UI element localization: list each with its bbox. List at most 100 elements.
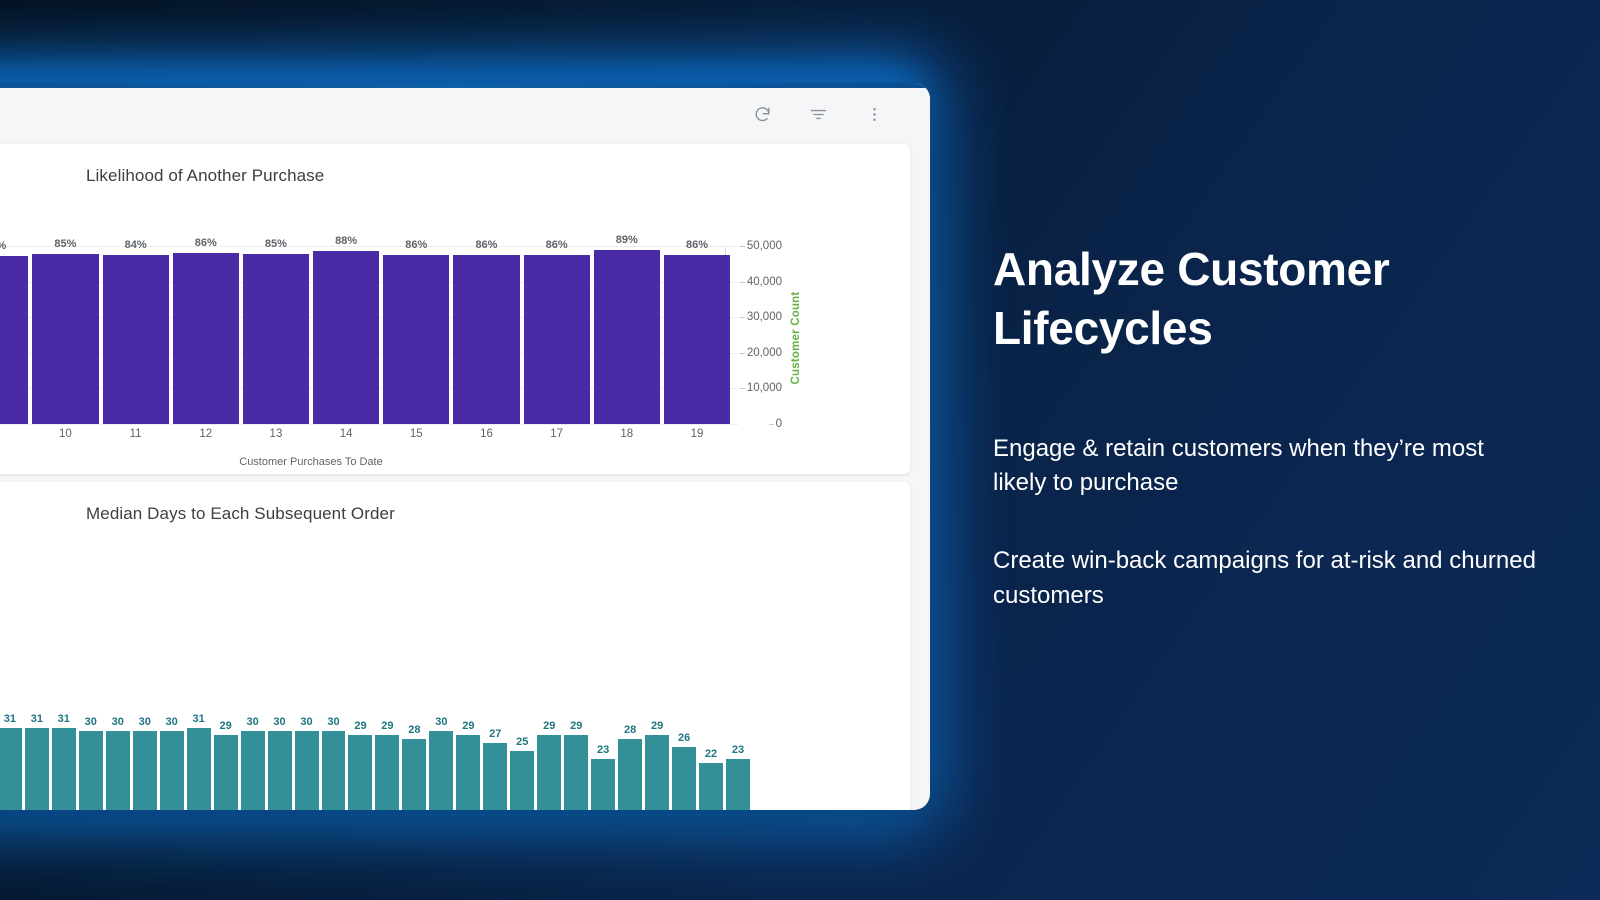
chart-2-bar-column[interactable]: 31 [186, 688, 211, 810]
chart-1-gridline [0, 424, 738, 425]
chart-1-bar-column[interactable]: 86% [453, 239, 520, 424]
chart-1-bar[interactable] [172, 253, 239, 424]
chart-2-bar[interactable] [510, 751, 535, 810]
chart-2-plot-area[interactable]: 4138333131313130303030312930303030292928… [0, 538, 910, 810]
chart-2-bar-label: 29 [570, 720, 583, 733]
chart-2-bar[interactable] [294, 731, 319, 810]
chart-2-bar-column[interactable]: 30 [294, 688, 319, 810]
chart-2-bar-column[interactable]: 30 [321, 688, 346, 810]
chart-1-x-tick-label: 17 [550, 428, 564, 440]
chart-2-bar-column[interactable]: 25 [510, 688, 535, 810]
chart-2-bar-column[interactable]: 27 [483, 688, 508, 810]
chart-2-bar[interactable] [537, 735, 562, 810]
chart-2-bar-column[interactable]: 29 [213, 688, 238, 810]
chart-2-bar-column[interactable]: 31 [24, 688, 49, 810]
chart-1-bar[interactable] [102, 254, 169, 424]
chart-2-bar-column[interactable]: 30 [240, 688, 265, 810]
refresh-button[interactable] [746, 98, 778, 130]
chart-1-x-tick-label: 18 [620, 428, 634, 440]
chart-2-bar[interactable] [159, 731, 184, 810]
marketing-heading: Analyze Customer Lifecycles [993, 243, 1390, 354]
chart-2-bar[interactable] [321, 731, 346, 810]
chart-1-bar-column[interactable]: 86% [172, 237, 239, 424]
chart-2-bar[interactable] [402, 739, 427, 810]
chart-1-bar-column[interactable]: 89% [593, 234, 660, 424]
chart-1-bar-column[interactable]: 86% [663, 239, 731, 424]
chart-2-bar[interactable] [375, 735, 400, 810]
chart-1-bar[interactable] [313, 250, 380, 424]
chart-1-bar[interactable] [453, 254, 520, 424]
chart-1-y-tick-label: 30,000 [739, 311, 782, 324]
chart-1-bar-label: 86% [685, 238, 708, 251]
chart-1-bar-column[interactable]: 86% [523, 239, 590, 424]
chart-1-bar[interactable] [0, 255, 29, 424]
chart-2-bar[interactable] [726, 759, 750, 810]
chart-2-bar-column[interactable]: 28 [402, 688, 427, 810]
chart-1-plot-area[interactable]: 83%83%85%84%86%85%88%86%86%86%89%86% 50,… [0, 202, 910, 474]
chart-1-bar-column[interactable]: 86% [383, 239, 450, 424]
chart-2-bar-column[interactable]: 30 [105, 688, 130, 810]
chart-1-bar[interactable] [663, 254, 731, 424]
chart-1-y-axis-ticks: 50,000 40,000 30,000 20,000 10,000 0 [726, 240, 782, 430]
chart-1-bar-column[interactable]: 85% [32, 238, 99, 424]
chart-1-bar[interactable] [242, 254, 310, 424]
chart-2-bar[interactable] [105, 731, 130, 810]
chart-1-bar[interactable] [32, 253, 99, 424]
chart-2-bar[interactable] [240, 731, 265, 810]
chart-2-bar-column[interactable]: 30 [267, 688, 292, 810]
chart-2-bar[interactable] [213, 735, 238, 810]
chart-2-bar[interactable] [429, 731, 454, 810]
chart-2-bar-column[interactable]: 31 [0, 688, 22, 810]
chart-2-bar[interactable] [483, 743, 508, 810]
chart-2-bar-column[interactable]: 22 [699, 688, 724, 810]
chart-2-bar-column[interactable]: 30 [159, 688, 184, 810]
chart-2-bar-column[interactable]: 29 [645, 688, 670, 810]
chart-2-bar[interactable] [267, 731, 292, 810]
chart-2-bar-column[interactable]: 23 [726, 688, 750, 810]
more-options-button[interactable] [858, 98, 890, 130]
chart-2-bar-column[interactable]: 29 [375, 688, 400, 810]
chart-2-bar-column[interactable]: 29 [348, 688, 373, 810]
chart-2-bar[interactable] [0, 727, 22, 810]
chart-2-bar-column[interactable]: 30 [132, 688, 157, 810]
chart-1-bar-column[interactable]: 88% [313, 235, 380, 424]
chart-2-bar[interactable] [591, 759, 616, 810]
chart-2-bar-column[interactable]: 29 [537, 688, 562, 810]
chart-2-title: Median Days to Each Subsequent Order [86, 504, 395, 523]
filter-button[interactable] [802, 98, 834, 130]
chart-1-bar-column[interactable]: 85% [242, 238, 310, 424]
chart-1-y-tick-label: 40,000 [739, 275, 782, 288]
chart-2-bar[interactable] [348, 735, 373, 810]
chart-2-bar-column[interactable]: 30 [78, 688, 103, 810]
chart-1-bar[interactable] [383, 254, 450, 424]
chart-2-bar[interactable] [699, 763, 724, 810]
chart-2-bar-column[interactable]: 23 [591, 688, 616, 810]
chart-2-bar[interactable] [186, 727, 211, 810]
chart-2-bar-column[interactable]: 26 [672, 688, 697, 810]
chart-2-bar-column[interactable]: 29 [564, 688, 589, 810]
chart-2-bar[interactable] [132, 731, 157, 810]
marketing-paragraph-1: Engage & retain customers when they’re m… [993, 434, 1484, 497]
chart-2-bar-column[interactable]: 31 [51, 688, 76, 810]
chart-card-likelihood: Likelihood of Another Purchase 83%83%85%… [0, 144, 910, 474]
chart-2-bar-series: 4138333131313130303030312930303030292928… [0, 688, 750, 810]
chart-1-bar-label: 84% [124, 238, 147, 251]
chart-1-bar[interactable] [523, 254, 590, 424]
chart-2-bar-label: 25 [516, 736, 529, 749]
chart-1-bar-column[interactable]: 83% [0, 240, 29, 424]
chart-2-bar[interactable] [564, 735, 589, 810]
chart-2-bar[interactable] [672, 747, 697, 810]
chart-2-bar-column[interactable]: 30 [429, 688, 454, 810]
chart-2-bar-column[interactable]: 28 [618, 688, 643, 810]
chart-1-bar[interactable] [593, 249, 660, 424]
chart-1-bar-series: 83%83%85%84%86%85%88%86%86%86%89%86% [0, 234, 731, 424]
chart-2-bar[interactable] [645, 735, 670, 810]
chart-2-bar[interactable] [78, 731, 103, 810]
chart-1-bar-column[interactable]: 84% [102, 239, 169, 424]
chart-2-bar[interactable] [456, 735, 481, 810]
chart-2-bar-column[interactable]: 29 [456, 688, 481, 810]
chart-2-bar[interactable] [24, 727, 49, 810]
chart-2-bar[interactable] [51, 727, 76, 810]
chart-2-bar[interactable] [618, 739, 643, 810]
marketing-paragraph-2: Create win-back campaigns for at-risk an… [993, 547, 1536, 609]
